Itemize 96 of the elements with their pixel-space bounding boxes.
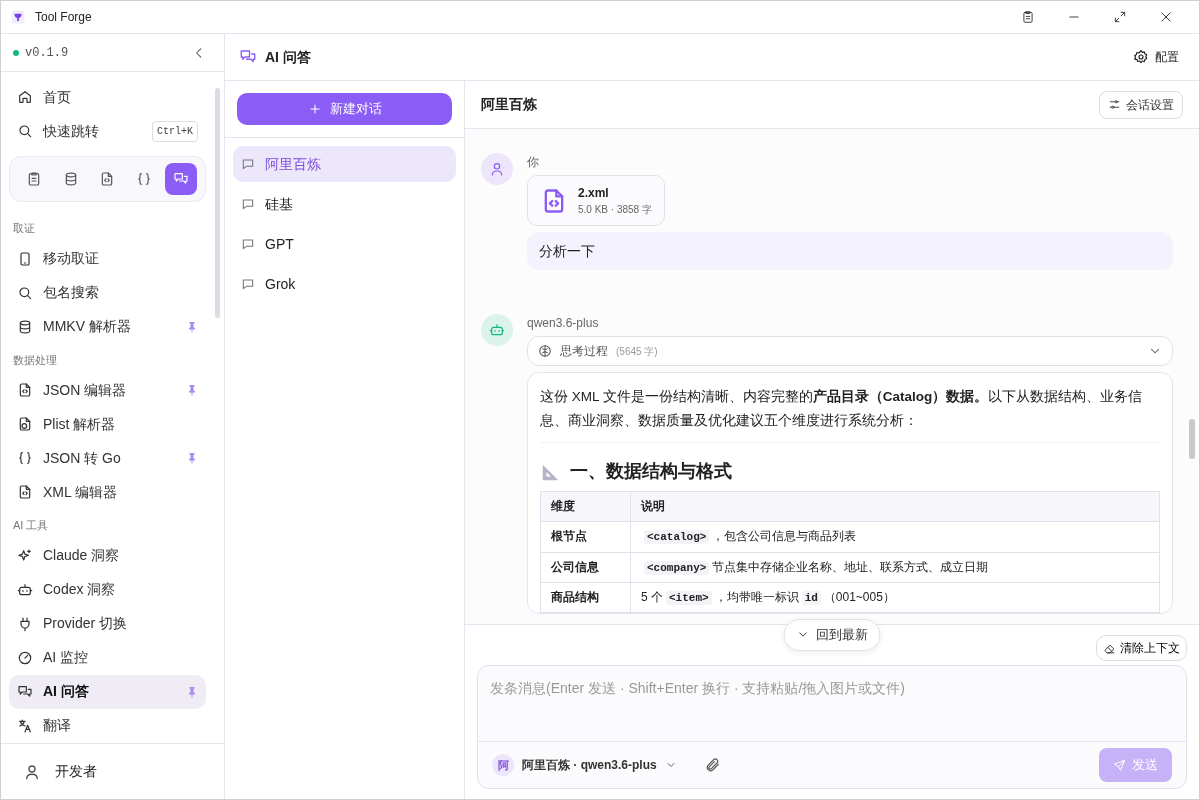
model-badge: 阿 [492, 754, 514, 776]
home-icon [17, 89, 33, 105]
conversation-item[interactable]: Grok [233, 266, 456, 302]
database-icon [17, 318, 33, 335]
sidebar-item[interactable]: 包名搜索 [9, 275, 206, 310]
table-cell: <catalog> ，包含公司信息与商品列表 [630, 521, 1160, 552]
settings-button[interactable]: 配置 [1127, 47, 1185, 67]
code-snippet: <item> [666, 590, 712, 605]
section-title: AI 工具 [12, 518, 50, 533]
new-chat-button[interactable]: 新建对话 [237, 93, 452, 125]
robot-icon [489, 322, 505, 338]
thinking-toggle[interactable]: 思考过程 (5645 字) [527, 336, 1173, 366]
nav-item[interactable]: 快速跳转 Ctrl+K [9, 114, 206, 148]
column-header: 维度 [540, 491, 631, 522]
sidebar-item[interactable]: JSON 转 Go [9, 441, 206, 475]
sidebar-item[interactable]: Provider 切换 [9, 606, 206, 641]
phone-icon [17, 250, 33, 267]
file-icon [17, 416, 33, 432]
author-label: 你 [527, 154, 540, 171]
message-text: 分析一下 [539, 241, 595, 261]
search-icon [17, 284, 33, 301]
gauge-icon [17, 649, 33, 666]
paperclip-icon [704, 757, 721, 773]
chat-bubble-icon [241, 237, 255, 251]
chat-bubble-icon [241, 157, 255, 171]
code-snippet: <catalog> [644, 530, 710, 545]
sidebar-item[interactable]: Codex 洞察 [9, 572, 206, 607]
code-file-icon [17, 382, 33, 398]
plug-icon [17, 615, 33, 632]
section-heading: 一、数据结构与格式 [570, 461, 732, 484]
chat-icon [17, 683, 33, 700]
message-input[interactable]: 发条消息(Enter 发送 · Shift+Enter 换行 · 支持粘贴/拖入图片或文件) [478, 666, 1186, 742]
sparkle-icon [17, 547, 33, 564]
chat-bubble-icon [241, 197, 255, 211]
maximize-icon [1113, 10, 1127, 24]
code-snippet: <company> [644, 560, 710, 575]
scrollbar-thumb[interactable] [1189, 419, 1195, 459]
char-count: (5645 字) [616, 344, 658, 359]
sidebar-item[interactable]: 翻译 [9, 708, 206, 743]
translate-icon [17, 717, 33, 734]
sidebar-item[interactable]: Claude 洞察 [9, 538, 206, 573]
sidebar-item[interactable]: AI 监控 [9, 640, 206, 675]
message-composer[interactable]: 发条消息(Enter 发送 · Shift+Enter 换行 · 支持粘贴/拖入图片或文件) 阿 阿里百炼 · qwen3.6-plus 发送 [477, 665, 1187, 789]
table-cell: 5 个 <item> ，均带唯一标识 id （001~005） [630, 582, 1160, 613]
table-cell: 商品结构 [540, 582, 631, 613]
sidebar-item[interactable]: AI 问答 [9, 674, 206, 709]
conversation-item[interactable]: GPT [233, 226, 456, 262]
page-title: AI 问答 [265, 47, 311, 67]
clear-context-button[interactable]: 清除上下文 [1096, 635, 1187, 661]
shortcut-key: Ctrl+K [152, 120, 198, 142]
logo-icon [11, 10, 25, 24]
sidebar-item[interactable]: Plist 解析器 [9, 407, 206, 441]
table-cell: <company> 节点集中存储企业名称、地址、联系方式、成立日期 [630, 552, 1160, 583]
model-selector[interactable]: 阿 阿里百炼 · qwen3.6-plus [492, 754, 677, 776]
braces-icon [136, 171, 153, 187]
section-title: 取证 [12, 221, 36, 236]
file-attachment[interactable]: 2.xml 5.0 KB · 3858 字 [527, 175, 665, 226]
scrollbar-thumb[interactable] [215, 88, 220, 318]
sidebar-item[interactable]: MMKV 解析器 [9, 309, 206, 344]
clipboard-icon [1021, 10, 1035, 24]
sidebar-item[interactable]: JSON 编辑器 [9, 373, 206, 407]
quick-tool-button[interactable] [164, 163, 197, 195]
conversation-item[interactable]: 阿里百炼 [233, 146, 456, 182]
section-title: 数据处理 [12, 352, 58, 368]
file-name: 2.xml [578, 185, 610, 202]
table-cell: 根节点 [540, 521, 631, 552]
code-file-icon [17, 484, 33, 500]
chat-icon [172, 171, 189, 187]
user-icon [489, 161, 505, 177]
robot-icon [17, 581, 33, 598]
scroll-to-latest-button[interactable]: 回到最新 [783, 619, 881, 651]
close-icon [1159, 10, 1173, 24]
settings-icon [1133, 49, 1149, 65]
chat-title: 阿里百炼 [481, 95, 537, 114]
sidebar-item[interactable]: XML 编辑器 [9, 475, 206, 509]
send-icon [1113, 758, 1126, 772]
braces-icon [17, 450, 33, 466]
sliders-icon [1108, 98, 1121, 111]
user-icon [23, 762, 41, 781]
file-meta: 5.0 KB · 3858 字 [578, 203, 652, 217]
answer-paragraph: 这份 XML 文件是一份结构清晰、内容完整的产品目录（Catalog）数据。以下从数据结构、业务信息、商业洞察、数据质量及优化建议五个维度进行系统分析： [540, 388, 1144, 430]
chat-settings-button[interactable]: 会话设置 [1099, 90, 1183, 119]
author-label: qwen3.6-plus [527, 315, 600, 332]
sidebar-item[interactable]: 移动取证 [9, 241, 206, 276]
code-snippet: id [801, 590, 821, 605]
table-cell: 公司信息 [540, 552, 631, 583]
brain-icon [538, 344, 552, 358]
user-name: 开发者 [55, 762, 97, 781]
chat-bubble-icon [241, 277, 255, 291]
conversation-item[interactable]: 硅基 [233, 186, 456, 222]
window-title: Tool Forge [35, 9, 92, 26]
version-label: v0.1.9 [25, 44, 69, 62]
search-icon [17, 123, 33, 139]
nav-item[interactable]: 首页 [9, 80, 206, 114]
plus-icon [307, 102, 322, 116]
column-header: 说明 [630, 491, 1160, 522]
